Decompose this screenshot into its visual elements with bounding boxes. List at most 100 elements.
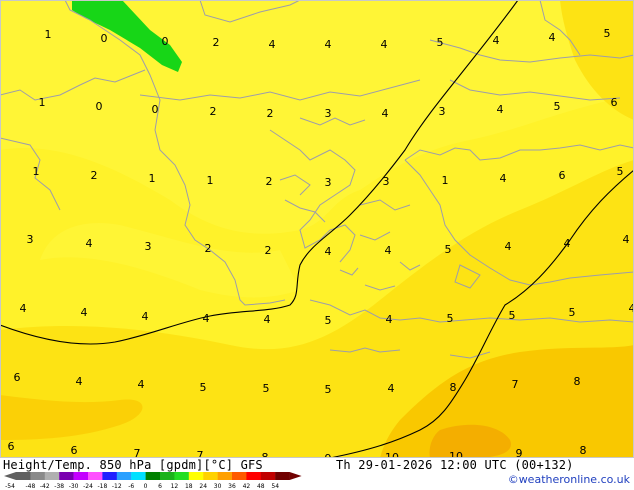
map-value-label: 6	[559, 169, 566, 182]
map-value-label: 4	[564, 237, 571, 250]
color-scale-swatch	[188, 472, 204, 480]
map-value-label: 4	[505, 240, 512, 253]
color-scale-swatch	[217, 472, 233, 480]
credit-link[interactable]: ©weatheronline.co.uk	[508, 473, 630, 486]
color-scale-swatch	[102, 472, 117, 480]
map-value-label: 2	[265, 244, 272, 257]
map-value-label: 0	[152, 103, 159, 116]
map-value-label: 2	[205, 242, 212, 255]
map-value-label: 4	[81, 306, 88, 319]
color-scale-label: -24	[83, 483, 93, 490]
map-value-label: 4	[388, 382, 395, 395]
map-value-label: 5	[447, 312, 454, 325]
map-value-label: 2	[91, 169, 98, 182]
color-scale-swatch	[275, 472, 290, 480]
map-value-label: 2	[213, 36, 220, 49]
valid-time: Th 29-01-2026 12:00 UTC (00+132)	[336, 458, 574, 472]
map-value-label: 4	[381, 38, 388, 51]
map-value-label: 4	[385, 244, 392, 257]
color-scale-label: 12	[171, 483, 179, 490]
map-value-label: 4	[20, 302, 27, 315]
color-scale-label: 54	[271, 483, 279, 490]
color-scale-swatch	[73, 472, 89, 480]
color-scale-label: -18	[97, 483, 107, 490]
map-value-label: 5	[445, 243, 452, 256]
map-value-label: 4	[497, 103, 504, 116]
map-value-label: 5	[325, 314, 332, 327]
map-value-label: 0	[162, 35, 169, 48]
map-value-label: 5	[617, 165, 624, 178]
color-scale-swatch	[88, 472, 103, 480]
color-scale-swatch	[160, 472, 175, 480]
color-scale-swatch	[203, 472, 218, 480]
map-value-label: 3	[325, 107, 332, 120]
color-scale-swatch	[145, 472, 161, 480]
color-scale-label: 24	[199, 483, 207, 490]
color-scale-label: -6	[128, 483, 134, 490]
map-value-label: 4	[493, 34, 500, 47]
map-value-label: 4	[269, 38, 276, 51]
map-value-label: 1	[207, 174, 214, 187]
color-scale: -54 -48 -42 -38 -30 -24 -18 -12 -6 0 6 12 18 24 30 36 42…	[4, 472, 302, 490]
color-scale-label: 42	[243, 483, 251, 490]
color-scale-swatch	[232, 472, 247, 480]
map-value-label: 4	[386, 313, 393, 326]
map-value-label: 3	[27, 233, 34, 246]
map-value-label: 4	[325, 245, 332, 258]
map-value-label: 2	[266, 175, 273, 188]
map-value-label: 3	[383, 175, 390, 188]
map-value-label: 1	[149, 172, 156, 185]
color-scale-label: 0	[144, 483, 148, 490]
color-scale-label: -38	[54, 483, 64, 490]
map-value-label: 5	[509, 309, 516, 322]
map-value-label: 4	[500, 172, 507, 185]
color-scale-label: -54	[5, 483, 15, 490]
weather-map: 1002444544510022343456121123314653432244…	[0, 0, 634, 490]
map-value-label: 6	[14, 371, 21, 384]
map-value-label: 5	[569, 306, 576, 319]
map-value-label: 4	[382, 107, 389, 120]
color-scale-swatch	[59, 472, 74, 480]
map-value-label: 5	[604, 27, 611, 40]
color-scale-swatch	[30, 472, 45, 480]
map-value-label: 4	[623, 233, 630, 246]
color-scale-arrow-right	[289, 472, 302, 480]
map-value-label: 1	[442, 174, 449, 187]
map-value-label: 5	[263, 382, 270, 395]
color-scale-label: 36	[228, 483, 236, 490]
map-value-label: 5	[437, 36, 444, 49]
map-value-label: 1	[39, 96, 46, 109]
map-value-label: 0	[96, 100, 103, 113]
color-scale-label: 6	[158, 483, 162, 490]
map-value-label: 4	[138, 378, 145, 391]
color-scale-label: -48	[25, 483, 35, 490]
map-value-label: 0	[101, 32, 108, 45]
map-value-label: 8	[580, 444, 587, 457]
map-value-label: 4	[203, 312, 210, 325]
color-scale-label: 18	[185, 483, 193, 490]
color-scale-label: 48	[257, 483, 265, 490]
map-value-label: 6	[611, 96, 618, 109]
color-scale-swatch	[131, 472, 146, 480]
map-value-label: 3	[145, 240, 152, 253]
color-scale-labels: -54 -48 -42 -38 -30 -24 -18 -12 -6 0 6 12 18 24 30 36 42…	[5, 483, 279, 490]
color-scale-swatch	[260, 472, 276, 480]
map-value-label: 2	[267, 107, 274, 120]
footer-bar: Height/Temp. 850 hPa [gpdm][°C] GFS Th 2…	[0, 458, 634, 490]
color-scale-label: 30	[214, 483, 222, 490]
map-value-label: 4	[86, 237, 93, 250]
color-scale-label: -30	[69, 483, 79, 490]
map-value-label: 5	[554, 100, 561, 113]
color-scale-label: -12	[112, 483, 122, 490]
map-value-label: 8	[450, 381, 457, 394]
color-scale-swatches	[4, 472, 302, 480]
color-scale-swatch	[174, 472, 189, 480]
map-value-label: 6	[8, 440, 15, 453]
map-value-label: 4	[325, 38, 332, 51]
map-value-label: 3	[325, 176, 332, 189]
color-scale-swatch	[16, 472, 31, 480]
map-value-label: 1	[45, 28, 52, 41]
map-value-label: 7	[512, 378, 519, 391]
color-scale-arrow-left	[4, 472, 16, 480]
map-value-label: 4	[549, 31, 556, 44]
